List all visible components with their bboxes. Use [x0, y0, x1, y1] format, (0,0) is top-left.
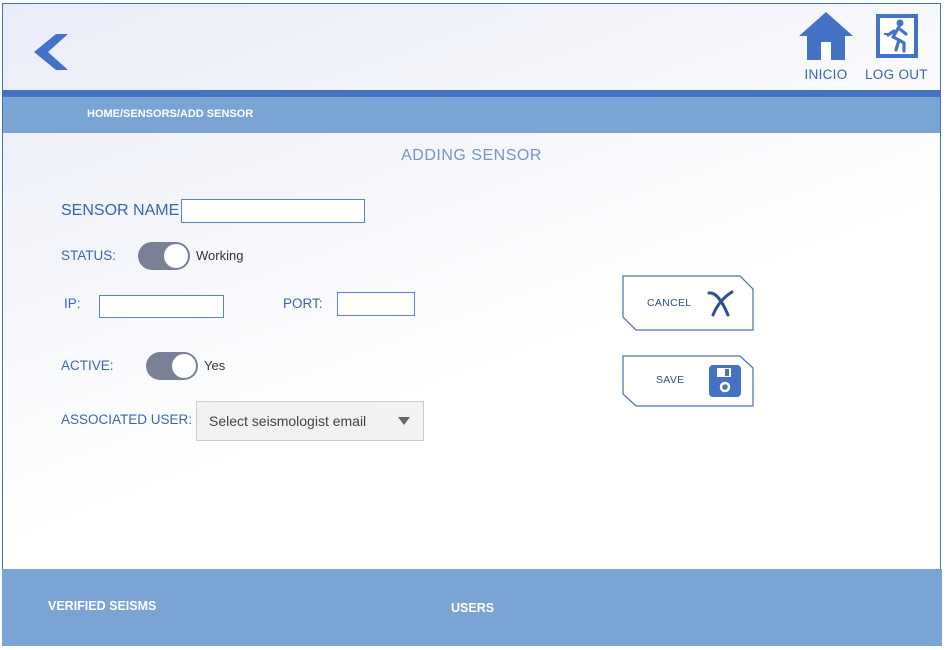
breadcrumb-text: HOME/SENSORS/ADD SENSOR [87, 108, 254, 120]
ip-input[interactable] [99, 295, 224, 318]
home-button[interactable]: INICIO [797, 10, 855, 82]
caret-down-icon [398, 417, 410, 425]
associated-user-label: ASSOCIATED USER: [61, 412, 193, 427]
x-icon [707, 290, 734, 317]
home-label: INICIO [804, 67, 848, 82]
status-toggle[interactable] [138, 242, 190, 270]
footer-bar: VERIFIED SEISMS USERS [2, 569, 942, 646]
port-label: PORT: [283, 296, 323, 311]
verified-seisms-link[interactable]: VERIFIED SEISMS [48, 599, 156, 613]
exit-door-icon [876, 14, 919, 58]
app-window: INICIO LOG OUT HOME/SENSORS/ADD SENSOR A… [2, 3, 941, 646]
logout-label: LOG OUT [865, 67, 928, 82]
accent-stripe [3, 90, 940, 97]
cancel-label: CANCEL [647, 297, 692, 309]
house-icon [799, 12, 853, 60]
select-placeholder: Select seismologist email [209, 413, 367, 429]
active-label: ACTIVE: [61, 358, 114, 373]
sensor-name-label: SENSOR NAME [61, 202, 180, 219]
logout-button[interactable]: LOG OUT [865, 10, 928, 82]
chevron-left-icon[interactable] [28, 32, 72, 72]
ip-label: IP: [64, 296, 81, 311]
sensor-name-input[interactable] [181, 199, 365, 223]
floppy-disk-icon [709, 365, 741, 397]
top-bar: INICIO LOG OUT [3, 4, 940, 91]
associated-user-select[interactable]: Select seismologist email [196, 401, 424, 441]
active-toggle[interactable] [146, 352, 198, 380]
cancel-button[interactable]: CANCEL [622, 275, 754, 331]
save-button[interactable]: SAVE [622, 355, 754, 407]
port-input[interactable] [337, 292, 415, 316]
page-title: ADDING SENSOR [401, 147, 542, 164]
status-label: STATUS: [61, 248, 117, 263]
save-label: SAVE [656, 374, 685, 386]
users-link[interactable]: USERS [451, 601, 494, 615]
breadcrumb: HOME/SENSORS/ADD SENSOR [3, 97, 940, 133]
status-value: Working [196, 248, 244, 263]
active-value: Yes [204, 358, 226, 373]
